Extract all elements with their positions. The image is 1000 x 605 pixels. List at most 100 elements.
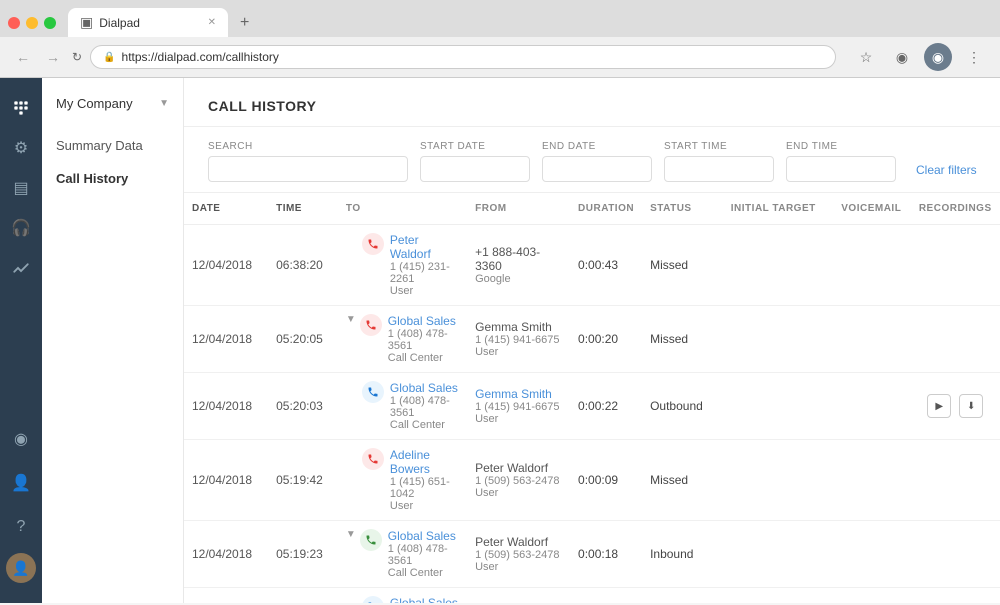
chevron-down-icon: ▼ bbox=[159, 98, 169, 109]
cell-from: Gemma Smith1 (415) 941-6675User bbox=[467, 306, 570, 373]
tab-label: Dialpad bbox=[99, 16, 140, 30]
user-avatar-sidebar[interactable]: 👤 bbox=[6, 553, 36, 583]
cell-duration: 0:00:22 bbox=[570, 373, 642, 440]
profile-avatar[interactable]: ◉ bbox=[924, 43, 952, 71]
table-row: 12/04/2018 05:19:20 Global Sales 1 (408)… bbox=[184, 588, 1000, 604]
settings-icon[interactable]: ⚙ bbox=[3, 130, 39, 166]
col-header-voicemail: VOICEMAIL bbox=[832, 193, 910, 225]
dialpad-logo-icon[interactable] bbox=[3, 90, 39, 126]
call-type-icon bbox=[362, 448, 384, 470]
play-recording-button[interactable]: ▶ bbox=[927, 394, 951, 418]
sidebar-item-summary-data[interactable]: Summary Data bbox=[42, 129, 183, 162]
table-row: 12/04/2018 06:38:20 Peter Waldorf 1 (415… bbox=[184, 225, 1000, 306]
cell-status: Missed bbox=[642, 225, 714, 306]
cell-duration: 0:00:20 bbox=[570, 306, 642, 373]
download-recording-button[interactable]: ⬇ bbox=[959, 394, 983, 418]
call-history-table-container: DATE TIME TO FROM DURATION STATUS INITIA… bbox=[184, 193, 1000, 603]
col-header-target: INITIAL TARGET bbox=[714, 193, 832, 225]
end-date-input[interactable] bbox=[542, 156, 652, 182]
cell-target bbox=[714, 373, 832, 440]
voicemail-icon[interactable]: ◉ bbox=[3, 421, 39, 457]
call-type-icon bbox=[362, 596, 384, 603]
nav-sidebar: My Company ▼ Summary Data Call History bbox=[42, 78, 184, 603]
from-link[interactable]: Peter Waldorf bbox=[475, 602, 562, 603]
cell-recordings bbox=[910, 440, 1000, 521]
cell-to: Global Sales 1 (408) 478-3561 Call Cente… bbox=[338, 373, 467, 440]
minimize-window-btn[interactable] bbox=[26, 17, 38, 29]
contacts-icon[interactable]: 👤 bbox=[3, 465, 39, 501]
trending-icon[interactable] bbox=[3, 250, 39, 286]
to-name-link[interactable]: Adeline Bowers bbox=[390, 448, 459, 476]
cell-time: 05:20:05 bbox=[268, 306, 338, 373]
page-title: CALL HISTORY bbox=[208, 98, 976, 114]
cell-recordings bbox=[910, 521, 1000, 588]
to-name-link[interactable]: Global Sales bbox=[390, 381, 459, 395]
start-date-input[interactable] bbox=[420, 156, 530, 182]
cell-to: ▼ Global Sales 1 (408) 478-3561 Call Cen… bbox=[338, 306, 467, 373]
col-header-to: TO bbox=[338, 193, 467, 225]
to-type: User bbox=[390, 285, 459, 297]
to-name-link[interactable]: Global Sales bbox=[388, 314, 459, 328]
tab-favicon: ▣ bbox=[80, 14, 93, 31]
cell-recordings bbox=[910, 225, 1000, 306]
cell-voicemail bbox=[832, 588, 910, 604]
cell-duration: 0:00:09 bbox=[570, 440, 642, 521]
tab-close-btn[interactable]: ✕ bbox=[208, 17, 216, 28]
browser-tab[interactable]: ▣ Dialpad ✕ bbox=[68, 8, 228, 37]
cell-recordings: ▶ ⬇ bbox=[910, 588, 1000, 604]
table-row: 12/04/2018 05:19:42 Adeline Bowers 1 (41… bbox=[184, 440, 1000, 521]
search-input[interactable] bbox=[208, 156, 408, 182]
cell-recordings bbox=[910, 306, 1000, 373]
page-header: CALL HISTORY bbox=[184, 78, 1000, 127]
table-row: 12/04/2018 05:20:03 Global Sales 1 (408)… bbox=[184, 373, 1000, 440]
cell-from: Gemma Smith1 (415) 941-6675User bbox=[467, 373, 570, 440]
search-label: SEARCH bbox=[208, 141, 408, 152]
call-type-icon bbox=[360, 314, 382, 336]
cell-time: 05:19:42 bbox=[268, 440, 338, 521]
col-header-time: TIME bbox=[268, 193, 338, 225]
end-date-label: END DATE bbox=[542, 141, 652, 152]
refresh-button[interactable]: ↻ bbox=[72, 50, 82, 64]
clear-filters-button[interactable]: Clear filters bbox=[916, 158, 977, 182]
cell-from: Peter Waldorf1 (509) 563-2478User bbox=[467, 588, 570, 604]
end-time-input[interactable] bbox=[786, 156, 896, 182]
company-selector[interactable]: My Company ▼ bbox=[42, 90, 183, 117]
cell-target bbox=[714, 521, 832, 588]
table-row: 12/04/2018 05:20:05 ▼ Global Sales 1 (40… bbox=[184, 306, 1000, 373]
cell-recordings: ▶ ⬇ bbox=[910, 373, 1000, 440]
menu-button[interactable]: ⋮ bbox=[960, 43, 988, 71]
cell-target bbox=[714, 440, 832, 521]
analytics-icon[interactable]: ▤ bbox=[3, 170, 39, 206]
help-icon[interactable]: ? bbox=[3, 509, 39, 545]
search-group: SEARCH bbox=[208, 141, 408, 182]
to-name-link[interactable]: Global Sales bbox=[390, 596, 459, 603]
to-number: 1 (408) 478-3561 bbox=[388, 543, 459, 567]
col-header-recordings: RECORDINGS bbox=[910, 193, 1000, 225]
headset-icon[interactable]: 🎧 bbox=[3, 210, 39, 246]
close-window-btn[interactable] bbox=[8, 17, 20, 29]
to-name-link[interactable]: Global Sales bbox=[388, 529, 459, 543]
url-bar[interactable]: 🔒 https://dialpad.com/callhistory bbox=[90, 45, 836, 69]
to-type: Call Center bbox=[388, 567, 459, 579]
icon-sidebar: ⚙ ▤ 🎧 ◉ 👤 ? 👤 bbox=[0, 78, 42, 603]
cell-time: 06:38:20 bbox=[268, 225, 338, 306]
cell-date: 12/04/2018 bbox=[184, 588, 268, 604]
extensions-button[interactable]: ◉ bbox=[888, 43, 916, 71]
start-time-input[interactable] bbox=[664, 156, 774, 182]
forward-button[interactable]: → bbox=[42, 47, 64, 67]
to-number: 1 (415) 651-1042 bbox=[390, 476, 459, 500]
sidebar-item-call-history[interactable]: Call History bbox=[42, 162, 183, 195]
back-button[interactable]: ← bbox=[12, 47, 34, 67]
expand-row-button[interactable]: ▼ bbox=[346, 529, 356, 540]
call-type-icon bbox=[360, 529, 382, 551]
bookmark-button[interactable]: ☆ bbox=[852, 43, 880, 71]
cell-to: ▼ Global Sales 1 (408) 478-3561 Call Cen… bbox=[338, 521, 467, 588]
maximize-window-btn[interactable] bbox=[44, 17, 56, 29]
cell-status: Outbound bbox=[642, 373, 714, 440]
new-tab-button[interactable]: + bbox=[232, 10, 257, 36]
call-type-icon bbox=[362, 381, 384, 403]
from-link[interactable]: Gemma Smith bbox=[475, 387, 562, 401]
to-name-link[interactable]: Peter Waldorf bbox=[390, 233, 459, 261]
ssl-lock-icon: 🔒 bbox=[103, 52, 115, 63]
expand-row-button[interactable]: ▼ bbox=[346, 314, 356, 325]
